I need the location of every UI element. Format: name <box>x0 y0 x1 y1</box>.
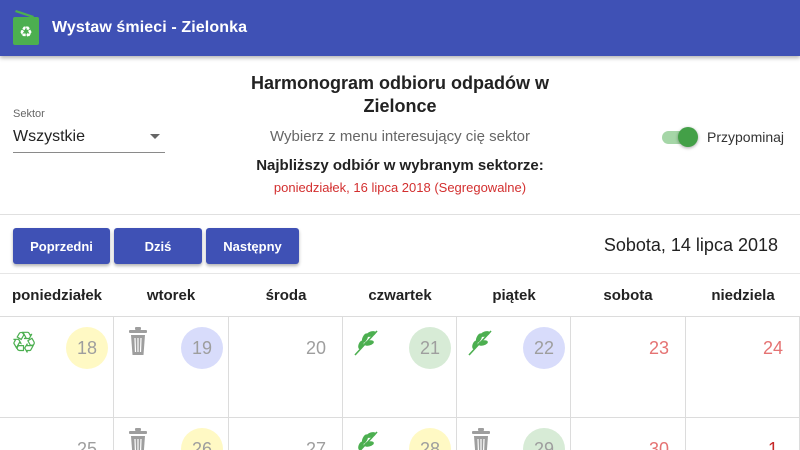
weekday-header: środa <box>265 287 307 304</box>
next-pickup-label: Najbliższy odbiór w wybranym sektorze: <box>256 157 544 174</box>
trash-can-logo-icon: ♻ <box>13 10 39 45</box>
svg-text:♻: ♻ <box>11 326 36 359</box>
calendar-day-cell[interactable]: 27 <box>229 418 343 450</box>
calendar-day-cell[interactable]: 28 <box>343 418 457 450</box>
day-number: 24 <box>762 337 784 358</box>
weekday-header: sobota <box>603 287 653 304</box>
trash-icon <box>472 428 490 450</box>
calendar-day-cell[interactable]: 22 <box>457 317 571 418</box>
chevron-down-icon <box>150 134 160 139</box>
weekday-header: niedziela <box>711 287 775 304</box>
calendar-day-cell[interactable]: 1 <box>686 418 800 450</box>
leaf-icon <box>354 330 378 356</box>
recycle-icon: ♻ <box>11 325 37 359</box>
calendar-day-cell[interactable]: 25 <box>0 418 114 450</box>
calendar-day-cell[interactable]: 24 <box>686 317 800 418</box>
day-number: 20 <box>305 337 327 358</box>
calendar-day-cell[interactable]: ♻ 18 <box>0 317 114 418</box>
weekday-header: piątek <box>492 287 536 304</box>
sector-select-value: Wszystkie <box>13 128 85 145</box>
next-button[interactable]: Następny <box>206 228 299 264</box>
app-bar: ♻ Wystaw śmieci - Zielonka <box>0 0 800 56</box>
leaf-icon <box>468 330 492 356</box>
calendar-week-row: ♻ 18 19 20 21 22 23 24 <box>0 316 800 418</box>
day-number: 21 <box>409 327 451 369</box>
trash-icon <box>129 327 147 355</box>
calendar-day-cell[interactable]: 26 <box>114 418 229 450</box>
current-date: Sobota, 14 lipca 2018 <box>603 235 778 255</box>
calendar-day-cell[interactable]: 23 <box>571 317 686 418</box>
divider <box>0 214 800 215</box>
app-title: Wystaw śmieci - Zielonka <box>52 19 248 36</box>
calendar-day-cell[interactable]: 30 <box>571 418 686 450</box>
day-number: 23 <box>648 337 670 358</box>
weekday-header: wtorek <box>146 287 196 304</box>
calendar-day-cell[interactable]: 20 <box>229 317 343 418</box>
day-number: 22 <box>523 327 565 369</box>
toggle-thumb <box>678 127 698 147</box>
calendar-week-row: 25 26 27 28 29 30 1 <box>0 417 800 450</box>
day-number: 27 <box>305 438 327 450</box>
weekday-header: czwartek <box>368 287 432 304</box>
schedule-header: Harmonogram odbioru odpadów w Zielonce W… <box>230 72 570 195</box>
today-button[interactable]: Dziś <box>114 228 202 264</box>
day-number: 19 <box>181 327 223 369</box>
svg-text:♻: ♻ <box>19 23 32 41</box>
next-pickup-value: poniedziałek, 16 lipca 2018 (Segregowaln… <box>273 180 527 195</box>
weekday-header: poniedziałek <box>11 287 103 304</box>
day-number: 30 <box>648 438 670 450</box>
sector-select[interactable]: Wszystkie <box>13 124 165 153</box>
trash-icon <box>129 428 147 450</box>
reminder-toggle[interactable] <box>662 127 698 147</box>
day-number: 18 <box>66 327 108 369</box>
day-number: 1 <box>767 438 778 450</box>
calendar-day-cell[interactable]: 21 <box>343 317 457 418</box>
previous-button[interactable]: Poprzedni <box>13 228 110 264</box>
weekday-header-row: poniedziałek wtorek środa czwartek piątek sob… <box>0 274 800 316</box>
sector-label: Sektor <box>13 108 45 120</box>
leaf-icon <box>358 431 378 450</box>
day-number: 26 <box>181 428 223 450</box>
day-number: 28 <box>409 428 451 450</box>
page-subtitle: Wybierz z menu interesujący cię sektor <box>270 128 530 145</box>
reminder-label: Przypominaj <box>707 129 785 145</box>
day-number: 29 <box>523 428 565 450</box>
page-title: Harmonogram odbioru odpadów w Zielonce <box>251 73 549 116</box>
calendar-day-cell[interactable]: 19 <box>114 317 229 418</box>
calendar-day-cell[interactable]: 29 <box>457 418 571 450</box>
day-number: 25 <box>76 438 98 450</box>
